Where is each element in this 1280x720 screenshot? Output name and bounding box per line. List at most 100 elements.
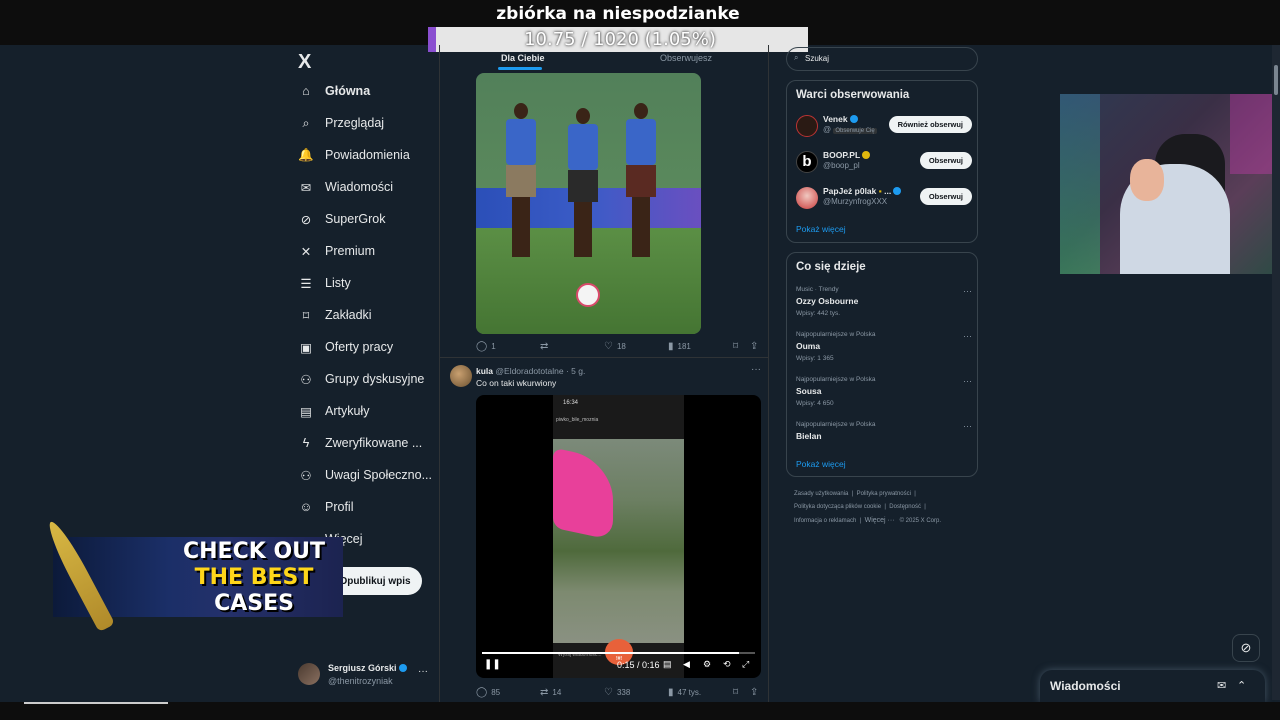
follow-suggestion[interactable]: b BOOP.PL @boop_pl Obserwuj <box>796 149 972 177</box>
tweet-header: kula @Eldoradototalne · 5 g. <box>476 366 586 376</box>
sidebar-item-wiadomości[interactable]: ✉ Wiadomości <box>298 173 393 201</box>
show-more-link[interactable]: Pokaż więcej <box>796 459 846 469</box>
account-handle: @MurzynfrogXXX <box>823 197 888 206</box>
trend-item[interactable]: Najpopularniejsze w Polska Ouma Wpisy: 1… <box>796 331 972 367</box>
list-icon: ☰ <box>300 276 312 291</box>
more-options-icon[interactable]: ··· <box>963 421 972 431</box>
video-player[interactable]: 16:34 piwko_bile_moznia !#! Wyślij wiado… <box>476 395 761 678</box>
footer-link[interactable]: Więcej ··· <box>865 517 895 524</box>
bookmark-button[interactable]: ⌑ <box>733 687 742 698</box>
tweet-text: Co on taki wkurwiony <box>476 378 557 388</box>
share-button[interactable]: ⇪ <box>750 341 762 352</box>
avatar[interactable] <box>450 365 472 387</box>
trend-item[interactable]: Music · Trendy Ozzy Osbourne Wpisy: 442 … <box>796 286 972 322</box>
webcam-overlay <box>1060 94 1280 274</box>
pause-icon[interactable]: ❚❚ <box>484 659 501 670</box>
active-tab-indicator <box>498 67 542 70</box>
more-options-icon[interactable]: ··· <box>963 376 972 386</box>
x-logo-icon[interactable]: X <box>298 51 311 74</box>
reply-button[interactable]: ◯ 85 <box>476 687 500 698</box>
tab-for-you[interactable]: Dla Ciebie <box>501 53 545 63</box>
more-options-icon[interactable]: ··· <box>963 331 972 341</box>
right-sidebar: ⌕ Szukaj Warci obserwowania Venek @ Obse… <box>785 45 980 720</box>
views-button[interactable]: ▮ 181 <box>668 341 691 352</box>
account-handle: @boop_pl <box>823 161 860 170</box>
reply-button[interactable]: ◯ 1 <box>476 341 496 352</box>
account-switcher[interactable]: Sergiusz Górski @thenitrozyniak ··· <box>298 660 433 690</box>
views-button[interactable]: ▮ 47 tys. <box>668 687 701 698</box>
loop-icon[interactable]: ⟲ <box>723 659 731 670</box>
repost-icon: ⇄ <box>540 341 549 352</box>
bookmark-icon: ⌑ <box>733 341 739 352</box>
sidebar-item-oferty-pracy[interactable]: ▣ Oferty pracy <box>298 333 393 361</box>
footer-link[interactable]: Dostępność <box>889 504 921 510</box>
sidebar-item-zakładki[interactable]: ⌑ Zakładki <box>298 301 372 329</box>
more-options-icon[interactable]: ··· <box>963 286 972 296</box>
account-name: Venek <box>823 114 858 124</box>
sidebar-item-profil[interactable]: ☺ Profil <box>298 493 354 521</box>
follow-button[interactable]: Obserwuj <box>919 188 972 205</box>
follow-button[interactable]: Obserwuj <box>919 152 972 169</box>
repost-button[interactable]: ⇄ 14 <box>540 687 561 698</box>
follow-suggestion[interactable]: Venek @ Obserwuje Cię Również obserwuj <box>796 113 972 141</box>
footer-link[interactable]: Zasady użytkowania <box>794 491 848 497</box>
footer-link[interactable]: Polityka prywatności <box>857 491 911 497</box>
captions-icon[interactable]: ▤ <box>663 659 672 670</box>
who-to-follow-title: Warci obserwowania <box>796 89 910 101</box>
copyright: © 2025 X Corp. <box>899 518 942 524</box>
sidebar-item-artykuły[interactable]: ▤ Artykuły <box>298 397 369 425</box>
sidebar-item-główna[interactable]: ⌂ Główna <box>298 77 370 105</box>
show-more-link[interactable]: Pokaż więcej <box>796 224 846 234</box>
video-progress-bar[interactable] <box>482 652 755 654</box>
more-options-icon[interactable]: ··· <box>751 364 761 375</box>
more-options-icon[interactable]: ··· <box>418 666 428 677</box>
sidebar-item-przeglądaj[interactable]: ⌕ Przeglądaj <box>298 109 384 137</box>
new-message-icon[interactable]: ✉ <box>1217 679 1226 692</box>
share-button[interactable]: ⇪ <box>750 687 762 698</box>
sidebar-item-listy[interactable]: ☰ Listy <box>298 269 350 297</box>
grok-icon[interactable]: ⊘ <box>1232 634 1260 662</box>
sidebar-item-label: Powiadomienia <box>325 148 410 162</box>
sidebar-item-uwagi-społeczno[interactable]: ⚇ Uwagi Społeczno... <box>298 461 432 489</box>
sidebar-item-label: Przeglądaj <box>325 116 385 130</box>
fullscreen-icon[interactable]: ⤢ <box>742 659 749 670</box>
tweet-image[interactable] <box>476 73 701 334</box>
trends-title: Co się dzieje <box>796 261 866 273</box>
trend-item[interactable]: Najpopularniejsze w Polska Sousa Wpisy: … <box>796 376 972 412</box>
tweet-handle[interactable]: @Eldoradototalne <box>495 366 563 376</box>
follow-suggestion[interactable]: PapJeż p0lak ▪ ... @MurzynfrogXXX Obserw… <box>796 185 972 213</box>
tweet-time[interactable]: 5 g. <box>571 366 585 376</box>
share-icon: ⇪ <box>750 341 759 352</box>
like-button[interactable]: ♡ 338 <box>604 687 630 698</box>
sidebar-item-grupy-dyskusyjne[interactable]: ⚇ Grupy dyskusyjne <box>298 365 424 393</box>
footer-link[interactable]: Polityka dotycząca plików cookie <box>794 504 881 510</box>
bookmark-icon: ⌑ <box>733 687 739 698</box>
timeline-feed: Dla Ciebie Obserwujesz ◯ 1 ⇄ ♡ 18 ▮ 181 ⌑ ⇪… <box>439 45 769 720</box>
avatar <box>796 187 818 209</box>
sidebar-item-label: Premium <box>325 244 376 258</box>
sidebar-item-label: Wiadomości <box>325 180 394 194</box>
avatar <box>796 115 818 137</box>
verified-badge-icon <box>849 115 858 123</box>
scrollbar-thumb[interactable] <box>1274 65 1278 95</box>
chevron-up-icon[interactable]: ⌃ <box>1237 679 1246 692</box>
avatar: b <box>796 151 818 173</box>
trend-item[interactable]: Najpopularniejsze w Polska Bielan ··· <box>796 421 972 457</box>
volume-icon[interactable]: ◀ <box>683 659 690 670</box>
bookmark-button[interactable]: ⌑ <box>733 341 742 352</box>
footer-link[interactable]: Informacja o reklamach <box>794 518 856 524</box>
sidebar-item-zweryfikowane[interactable]: ϟ Zweryfikowane ... <box>298 429 423 457</box>
sidebar-item-powiadomienia[interactable]: 🔔 Powiadomienia <box>298 141 410 169</box>
sidebar-item-premium[interactable]: ✕ Premium <box>298 237 375 265</box>
tab-following[interactable]: Obserwujesz <box>660 53 712 63</box>
follow-back-button[interactable]: Również obserwuj <box>888 116 972 133</box>
tweet-author[interactable]: kula <box>476 366 493 376</box>
settings-icon[interactable]: ⚙ <box>703 659 711 670</box>
who-to-follow-card: Warci obserwowania Venek @ Obserwuje Cię… <box>786 80 978 243</box>
like-button[interactable]: ♡ 18 <box>604 341 626 352</box>
repost-button[interactable]: ⇄ <box>540 341 552 352</box>
sidebar-item-supergrok[interactable]: ⊘ SuperGrok <box>298 205 386 233</box>
scrollbar[interactable] <box>1272 45 1280 700</box>
search-input[interactable]: ⌕ Szukaj <box>786 47 978 71</box>
messages-drawer[interactable]: Wiadomości ✉ ⌃ <box>1040 670 1265 702</box>
